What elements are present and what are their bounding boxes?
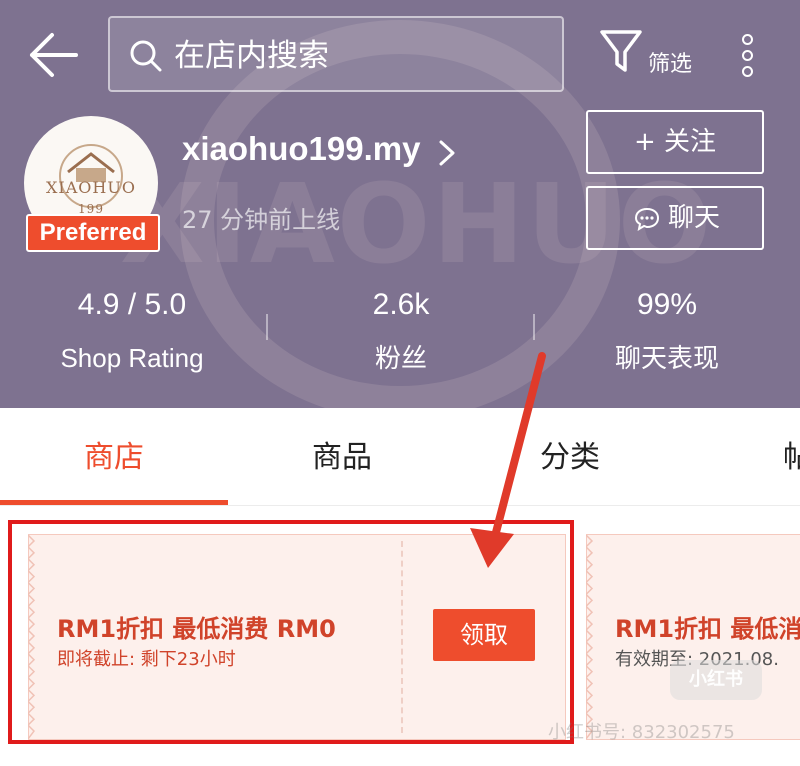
stat-divider xyxy=(266,314,268,340)
stat-label: 粉丝 xyxy=(374,343,427,373)
stat-divider xyxy=(533,314,535,340)
stat-value: 2.6k xyxy=(372,288,430,321)
follow-button[interactable]: + 关注 xyxy=(586,110,764,174)
tab-categories[interactable]: 分类 xyxy=(456,438,684,478)
tab-shop[interactable]: 商店 xyxy=(0,438,228,478)
back-button[interactable] xyxy=(26,30,80,80)
filter-button[interactable]: 筛选 xyxy=(596,28,706,84)
chat-label: 聊天 xyxy=(668,203,721,233)
shop-header: XIAOHUO 在店内搜索 筛选 XIAOHUO 199 Preferred x xyxy=(0,0,800,408)
more-dot-icon xyxy=(742,34,753,45)
stat-value: 4.9 / 5.0 xyxy=(77,288,187,321)
more-dot-icon xyxy=(742,66,753,77)
annotation-highlight-box xyxy=(8,520,574,744)
search-icon xyxy=(130,40,162,72)
chat-bubble-icon xyxy=(634,207,660,231)
online-status: 27 分钟前上线 xyxy=(182,206,341,234)
voucher-title: RM1折扣 最低消 xyxy=(615,615,800,643)
shop-logo-icon xyxy=(59,144,123,208)
voucher-card[interactable]: RM1折扣 最低消 有效期至: 2021.08. xyxy=(586,534,800,740)
tab-bar: 商店 商品 分类 帖 xyxy=(0,408,800,506)
stat-label: 聊天表现 xyxy=(614,343,719,373)
filter-label: 筛选 xyxy=(648,52,693,77)
active-tab-indicator xyxy=(0,500,228,505)
xiaohongshu-id: 小红书号: 832302575 xyxy=(548,722,735,743)
preferred-badge: Preferred xyxy=(26,214,160,252)
tab-products[interactable]: 商品 xyxy=(228,438,456,478)
more-dot-icon xyxy=(742,50,753,61)
search-input[interactable]: 在店内搜索 xyxy=(108,16,564,92)
tab-posts[interactable]: 帖 xyxy=(684,438,800,478)
chevron-right-icon[interactable] xyxy=(436,138,458,168)
back-arrow-icon xyxy=(30,33,78,77)
stat-value: 99% xyxy=(636,288,698,321)
chat-button[interactable]: 聊天 xyxy=(586,186,764,250)
shop-name[interactable]: xiaohuo199.my xyxy=(182,130,420,168)
more-options-button[interactable] xyxy=(734,30,762,80)
search-placeholder: 在店内搜索 xyxy=(174,38,329,74)
avatar-logo-text: XIAOHUO xyxy=(46,178,136,197)
stat-shop-rating: 4.9 / 5.0 Shop Rating xyxy=(12,286,252,376)
stat-chat-performance: 99% 聊天表现 xyxy=(547,286,787,376)
voucher-edge xyxy=(586,535,594,739)
stat-label: Shop Rating xyxy=(60,343,204,373)
xiaohongshu-logo: 小红书 xyxy=(670,660,762,700)
filter-icon xyxy=(600,30,642,72)
stat-followers[interactable]: 2.6k 粉丝 xyxy=(281,286,521,376)
